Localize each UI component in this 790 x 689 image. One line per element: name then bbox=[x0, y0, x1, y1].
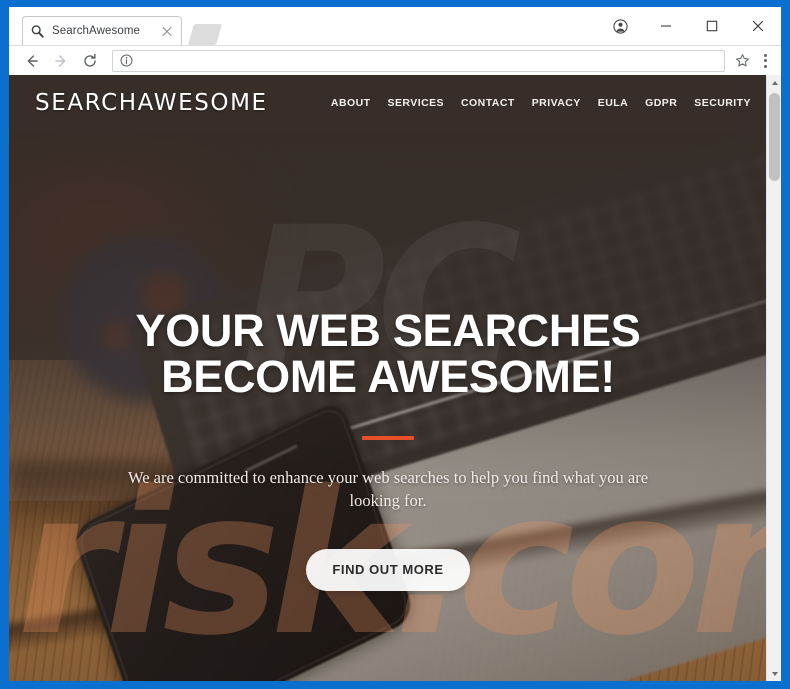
site-header: SEARCHAWESOME ABOUT SERVICES CONTACT PRI… bbox=[9, 75, 781, 130]
address-bar[interactable] bbox=[112, 49, 725, 72]
nav-item-privacy[interactable]: PRIVACY bbox=[532, 97, 581, 109]
hero-section: YOUR WEB SEARCHES BECOME AWESOME! We are… bbox=[9, 130, 767, 610]
star-icon bbox=[735, 54, 749, 67]
info-circle-icon[interactable] bbox=[120, 54, 133, 67]
site-logo[interactable]: SEARCHAWESOME bbox=[35, 90, 268, 116]
browser-menu-button[interactable] bbox=[755, 48, 775, 74]
maximize-button[interactable] bbox=[689, 7, 735, 45]
bookmark-button[interactable] bbox=[731, 50, 753, 72]
window-frame: SearchAwesome risk.co SEARCHAWESOME ABOU… bbox=[0, 0, 790, 689]
account-circle-icon bbox=[612, 18, 628, 34]
browser-toolbar bbox=[9, 45, 781, 75]
nav-item-services[interactable]: SERVICES bbox=[388, 97, 445, 109]
kebab-menu-icon bbox=[763, 53, 767, 57]
window-controls bbox=[597, 7, 781, 45]
close-window-button[interactable] bbox=[735, 7, 781, 45]
new-tab-button[interactable] bbox=[187, 24, 223, 45]
kebab-menu-icon bbox=[763, 64, 767, 68]
scroll-down-arrow-icon[interactable] bbox=[767, 666, 781, 681]
tab-strip: SearchAwesome bbox=[9, 7, 781, 45]
find-out-more-button[interactable]: FIND OUT MORE bbox=[306, 548, 470, 591]
hero-accent-divider bbox=[362, 435, 414, 440]
nav-item-contact[interactable]: CONTACT bbox=[461, 97, 515, 109]
page-viewport: PC risk.com SEARCHAWESOME ABOUT SERVICES… bbox=[9, 75, 781, 681]
back-arrow-icon bbox=[27, 54, 38, 67]
forward-button[interactable] bbox=[48, 48, 74, 74]
nav-item-about[interactable]: ABOUT bbox=[331, 97, 371, 109]
maximize-icon bbox=[706, 20, 718, 32]
browser-window: SearchAwesome risk.co SEARCHAWESOME ABOU… bbox=[9, 7, 781, 681]
page-scrollbar[interactable] bbox=[766, 75, 781, 681]
hero-heading: YOUR WEB SEARCHES BECOME AWESOME! bbox=[135, 305, 641, 402]
nav-item-security[interactable]: SECURITY bbox=[694, 97, 751, 109]
tab-title: SearchAwesome bbox=[52, 25, 141, 37]
main-navigation: ABOUT SERVICES CONTACT PRIVACY EULA GDPR… bbox=[331, 97, 767, 109]
kebab-menu-icon bbox=[763, 59, 767, 62]
browser-tab[interactable]: SearchAwesome bbox=[22, 16, 182, 45]
minimize-icon bbox=[661, 25, 671, 27]
forward-arrow-icon bbox=[55, 54, 66, 67]
search-icon bbox=[30, 24, 45, 39]
back-button[interactable] bbox=[19, 48, 45, 74]
nav-item-gdpr[interactable]: GDPR bbox=[645, 97, 677, 109]
hero-subheading: We are committed to enhance your web sea… bbox=[127, 467, 649, 511]
reload-button[interactable] bbox=[77, 48, 103, 74]
scrollbar-thumb[interactable] bbox=[769, 93, 780, 181]
close-icon bbox=[752, 20, 764, 32]
reload-icon bbox=[84, 53, 96, 67]
scroll-up-arrow-icon[interactable] bbox=[767, 75, 781, 90]
nav-item-eula[interactable]: EULA bbox=[598, 97, 628, 109]
profile-button[interactable] bbox=[597, 7, 643, 45]
minimize-button[interactable] bbox=[643, 7, 689, 45]
tab-close-icon[interactable] bbox=[160, 24, 174, 38]
